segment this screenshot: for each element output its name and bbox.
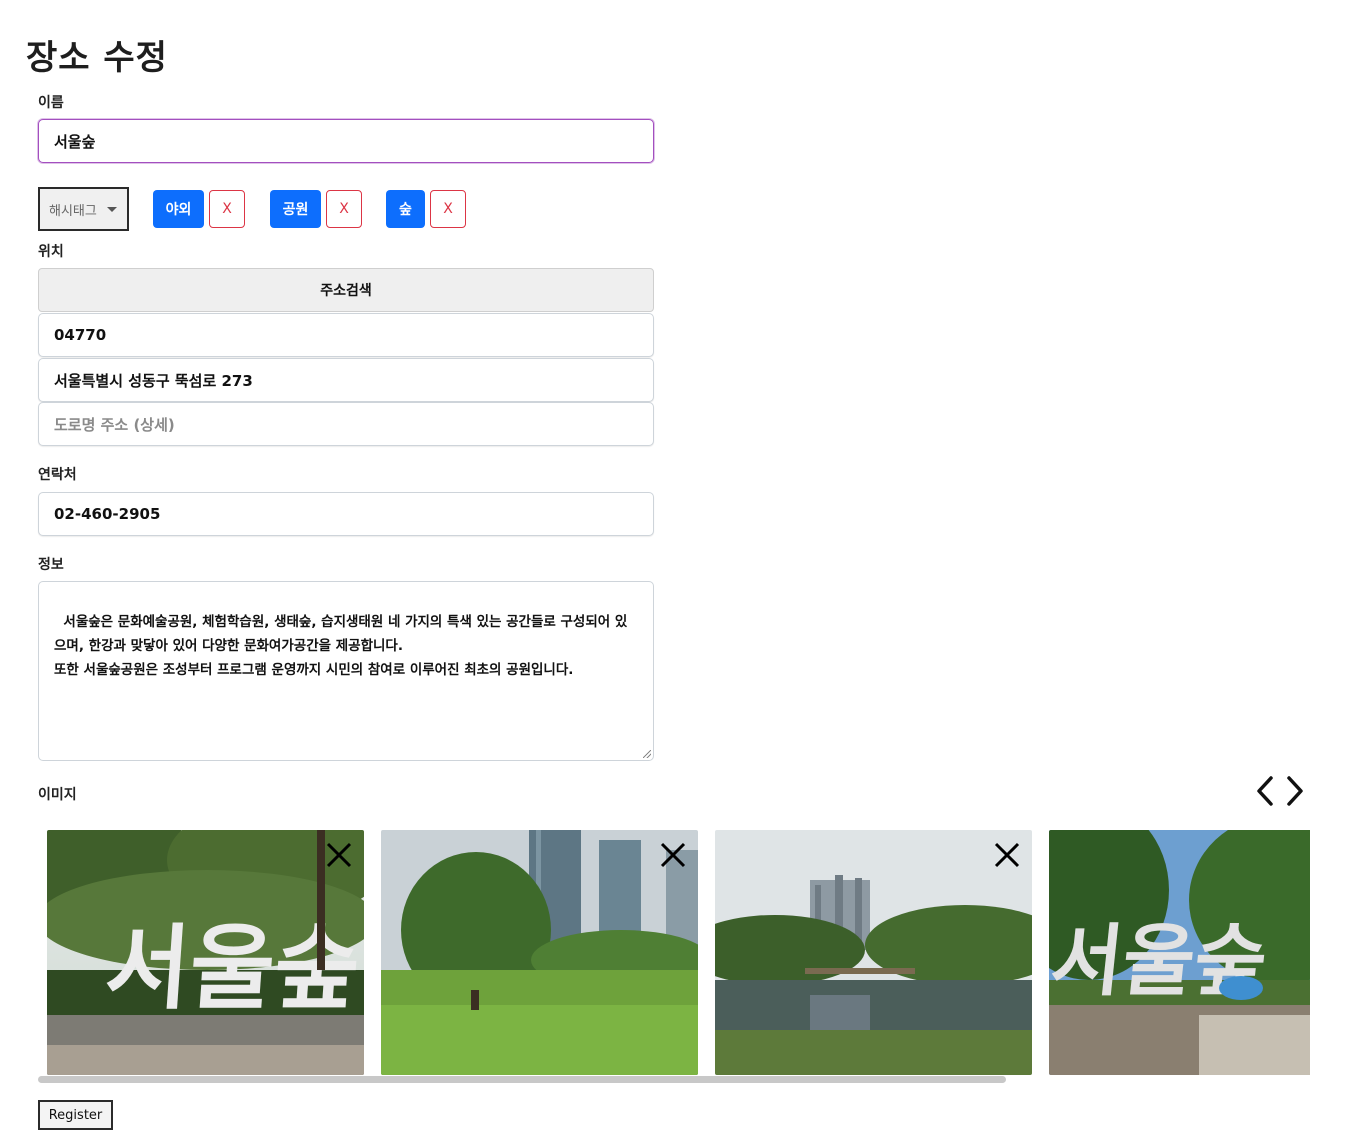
address-value: 서울특별시 성동구 뚝섬로 273 [54,371,253,390]
tag-park-remove-button[interactable]: X [326,190,362,228]
address-detail-input[interactable]: 도로명 주소 (상세) [38,402,654,446]
postcode-input[interactable]: 04770 [38,313,654,357]
info-text: 서울숲은 문화예술공원, 체험학습원, 생태숲, 습지생태원 네 가지의 특색 … [54,614,628,678]
tag-forest-remove-button[interactable]: X [430,190,466,228]
tag-outdoor-remove-button[interactable]: X [209,190,245,228]
address-detail-placeholder: 도로명 주소 (상세) [54,415,175,434]
wetland-pond-photo [715,830,1032,1075]
name-input-value: 서울숲 [54,132,96,151]
caret-down-icon [107,207,117,212]
remove-image-2-icon[interactable] [658,840,688,870]
postcode-value: 04770 [54,326,107,344]
contact-label: 연락처 [38,467,77,483]
tag-forest[interactable]: 숲 [386,190,425,228]
gallery-image-2[interactable] [381,830,698,1075]
image-gallery[interactable]: 서울숲 서울숲 [38,822,1310,1084]
tag-outdoor[interactable]: 야외 [153,190,204,228]
chevron-left-icon[interactable] [1254,774,1278,808]
address-search-button[interactable]: 주소검색 [38,268,654,312]
info-label: 정보 [38,557,64,573]
hashtag-select[interactable]: 해시태그 [38,187,129,231]
hashtag-select-label: 해시태그 [49,203,97,219]
name-label: 이름 [38,95,64,111]
gallery-scrollbar[interactable] [38,1076,1006,1083]
park-lawn-towers-photo [381,830,698,1075]
gallery-image-1[interactable]: 서울숲 [47,830,364,1075]
gallery-nav [1254,774,1306,808]
seoul-forest-sign-photo: 서울숲 [47,830,364,1075]
page-title: 장소 수정 [26,38,168,78]
register-button[interactable]: Register [38,1100,113,1130]
remove-image-3-icon[interactable] [992,840,1022,870]
images-label: 이미지 [38,787,77,803]
tag-park[interactable]: 공원 [270,190,321,228]
chevron-right-icon[interactable] [1282,774,1306,808]
info-textarea[interactable]: 서울숲은 문화예술공원, 체험학습원, 생태숲, 습지생태원 네 가지의 특색 … [38,581,654,761]
seoul-forest-sign-photo-2: 서울숲 [1049,830,1310,1075]
gallery-image-4[interactable]: 서울숲 [1049,830,1310,1075]
contact-value: 02-460-2905 [54,505,161,523]
contact-input[interactable]: 02-460-2905 [38,492,654,536]
gallery-image-3[interactable] [715,830,1032,1075]
resize-grip-icon[interactable] [643,750,651,758]
address-input[interactable]: 서울특별시 성동구 뚝섬로 273 [38,358,654,402]
location-label: 위치 [38,244,64,260]
remove-image-1-icon[interactable] [324,840,354,870]
name-input[interactable]: 서울숲 [38,119,654,163]
